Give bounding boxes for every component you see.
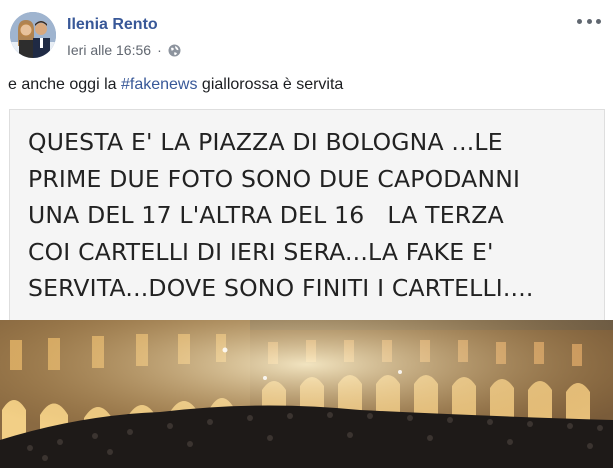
caption-line: COI CARTELLI DI IERI SERA...LA FAKE E' (28, 237, 494, 266)
post-meta: Ieri alle 16:56 · (67, 42, 181, 58)
post-text: e anche oggi la #fakenews giallorossa è … (8, 76, 343, 94)
author-name[interactable]: Ilenia Rento (67, 16, 158, 34)
avatar-photo (10, 12, 56, 58)
caption-line: UNA DEL 17 L'ALTRA DEL 16 LA TERZA (28, 201, 504, 229)
piazza-crowd-photo (0, 320, 613, 468)
caption-line: PRIME DUE FOTO SONO DUE CAPODANNI (28, 164, 521, 193)
author-avatar[interactable] (10, 12, 56, 58)
image-caption-box: QUESTA E' LA PIAZZA DI BOLOGNA ...LE PRI… (9, 109, 605, 323)
post-image[interactable]: QUESTA E' LA PIAZZA DI BOLOGNA ...LE PRI… (0, 109, 613, 468)
more-options-icon[interactable] (577, 14, 601, 28)
post-text-start: e anche oggi la (8, 76, 121, 93)
caption-line: SERVITA...DOVE SONO FINITI I CARTELLI...… (28, 274, 534, 302)
piazza-photo-drawing (0, 320, 613, 468)
caption-line: QUESTA E' LA PIAZZA DI BOLOGNA ...LE (28, 128, 503, 156)
post-header: Ilenia Rento Ieri alle 16:56 · (0, 0, 613, 70)
hashtag-link[interactable]: #fakenews (121, 76, 198, 93)
post-text-end: giallorossa è servita (197, 76, 344, 93)
globe-icon[interactable] (168, 44, 181, 57)
meta-separator: · (157, 42, 162, 58)
post-timestamp[interactable]: Ieri alle 16:56 (67, 42, 151, 58)
image-caption: QUESTA E' LA PIAZZA DI BOLOGNA ...LE PRI… (28, 124, 598, 307)
